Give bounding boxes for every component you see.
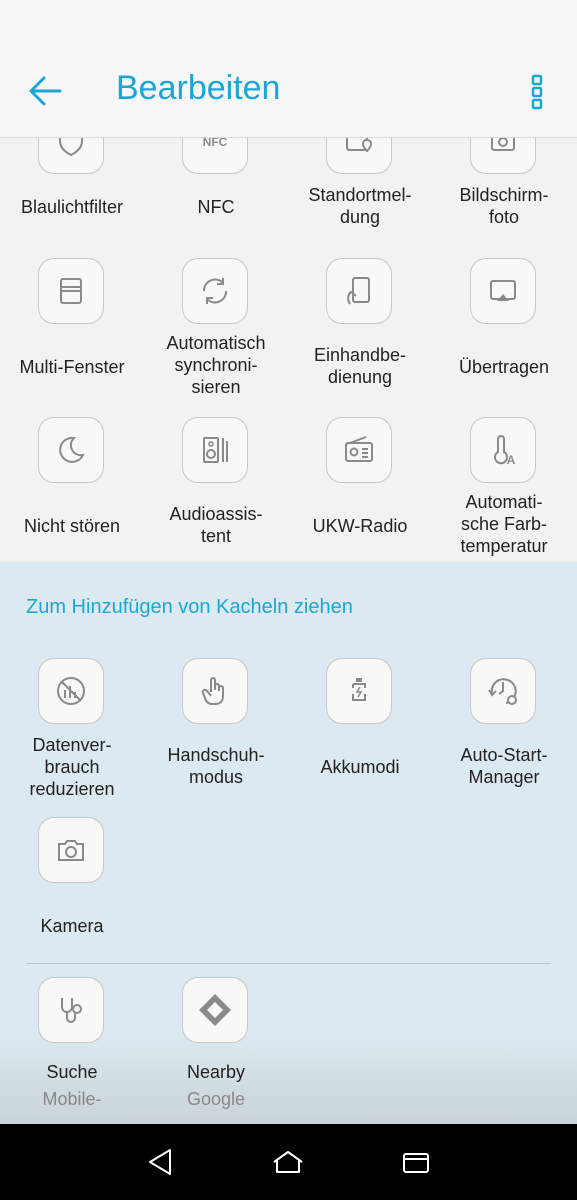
triangle-back-icon <box>149 1149 171 1175</box>
home-icon <box>273 1151 303 1173</box>
more-vert-icon <box>531 74 543 110</box>
app-bar: Bearbeiten <box>0 45 577 138</box>
screenshot-icon <box>470 138 536 174</box>
more-options-button[interactable] <box>522 69 552 115</box>
tile-label: Audioassis- tent <box>169 504 263 546</box>
add-tiles-section: Zum Hinzufügen von Kacheln ziehen Datenv… <box>0 562 577 1124</box>
arrow-left-icon <box>29 76 62 106</box>
svg-text:A: A <box>507 453 516 467</box>
audio-wizard-icon <box>182 417 248 483</box>
nav-back-button[interactable] <box>142 1146 178 1178</box>
tile-label: NFC <box>197 197 235 217</box>
tile-label: Handschuh- modus <box>167 745 265 787</box>
tile-label: Nicht stören <box>23 516 121 536</box>
recents-icon <box>403 1153 429 1173</box>
tile-sublabel: Google <box>186 1089 246 1109</box>
tile-label: Automati- sche Farb- temperatur <box>460 492 548 556</box>
auto-start-icon <box>470 658 536 724</box>
tile-label: Automatisch synchroni- sieren <box>166 333 266 397</box>
tile-label: Datenver- brauch reduzieren <box>29 735 115 799</box>
nearby-icon <box>182 977 248 1043</box>
tile-sublabel: Mobile- <box>42 1089 102 1109</box>
tile-label: Multi-Fenster <box>19 357 125 377</box>
tile-label: Suche <box>46 1062 98 1082</box>
tile-label: Übertragen <box>458 357 550 377</box>
tile-label: Auto-Start- Manager <box>460 745 548 787</box>
tile-label: Blaulichtfilter <box>20 197 124 217</box>
tile-label: Akkumodi <box>320 757 400 777</box>
tile-label: Einhandbe- dienung <box>313 345 407 387</box>
nav-home-button[interactable] <box>270 1146 306 1178</box>
tile-label: UKW-Radio <box>312 516 408 536</box>
camera-icon <box>38 817 104 883</box>
multi-window-icon <box>38 258 104 324</box>
section-divider <box>26 963 551 964</box>
svg-text:NFC: NFC <box>203 138 228 149</box>
thermometer-icon: A <box>470 417 536 483</box>
active-tiles-grid: Blaulichtfilter NFC NFC Standortmel- dun… <box>0 138 577 562</box>
tile-label: Nearby <box>186 1062 246 1082</box>
cast-icon <box>470 258 536 324</box>
status-bar <box>0 0 577 45</box>
location-icon <box>326 138 392 174</box>
nav-recents-button[interactable] <box>398 1146 434 1178</box>
back-button[interactable] <box>22 67 70 115</box>
system-navigation-bar <box>0 1124 577 1200</box>
tile-label: Bildschirm- foto <box>459 185 549 227</box>
one-hand-icon <box>326 258 392 324</box>
page-title: Bearbeiten <box>116 69 281 107</box>
tile-label: Standortmel- dung <box>308 185 412 227</box>
sync-icon <box>182 258 248 324</box>
battery-icon <box>326 658 392 724</box>
moon-icon <box>38 417 104 483</box>
add-section-header: Zum Hinzufügen von Kacheln ziehen <box>26 596 353 618</box>
shield-icon <box>38 138 104 174</box>
stethoscope-icon <box>38 977 104 1043</box>
glove-icon <box>182 658 248 724</box>
data-saver-icon <box>38 658 104 724</box>
tile-label: Kamera <box>40 916 104 936</box>
nfc-icon: NFC <box>182 138 248 174</box>
radio-icon <box>326 417 392 483</box>
